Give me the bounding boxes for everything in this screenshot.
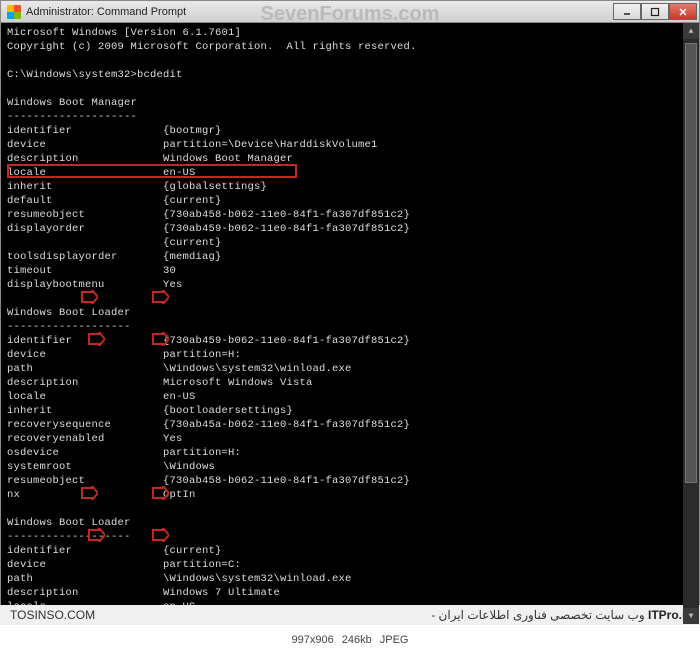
image-dimensions: 997x906 <box>292 634 334 646</box>
mgr-displaybootmenu: displaybootmenu Yes <box>7 279 183 291</box>
section-boot-manager-title: Windows Boot Manager <box>7 97 137 109</box>
scrollbar-thumb[interactable] <box>685 43 697 483</box>
l1-recoverysequence: recoverysequence {730ab45a-b062-11e0-84f… <box>7 419 410 431</box>
l1-description: description Microsoft Windows Vista <box>7 377 313 389</box>
image-file-info: 997x906 246kb JPEG <box>0 630 700 650</box>
mgr-resumeobject: resumeobject {730ab458-b062-11e0-84f1-fa… <box>7 209 410 221</box>
l1-resumeobject: resumeobject {730ab458-b062-11e0-84f1-fa… <box>7 475 410 487</box>
l2-path: path \Windows\system32\winload.exe <box>7 573 352 585</box>
section-underline: ------------------- <box>7 321 131 333</box>
minimize-button[interactable] <box>613 3 641 20</box>
mgr-device: device partition=\Device\HarddiskVolume1 <box>7 139 378 151</box>
mgr-description: description Windows Boot Manager <box>7 153 293 165</box>
l1-inherit: inherit {bootloadersettings} <box>7 405 293 417</box>
section-boot-loader2-title: Windows Boot Loader <box>7 517 131 529</box>
mgr-identifier: identifier {bootmgr} <box>7 125 222 137</box>
tosinso-watermark: TOSINSO.COM <box>10 608 95 622</box>
mgr-locale: locale en-US <box>7 167 196 179</box>
mgr-displayorder: displayorder {730ab459-b062-11e0-84f1-fa… <box>7 223 410 235</box>
console-output[interactable]: Microsoft Windows [Version 6.1.7601] Cop… <box>1 23 699 624</box>
footer-branding-bar: TOSINSO.COM - وب سایت تخصصی فناوری اطلاع… <box>0 605 700 625</box>
maximize-button[interactable] <box>641 3 669 20</box>
l2-description: description Windows 7 Ultimate <box>7 587 280 599</box>
site-tagline: - وب سایت تخصصی فناوری اطلاعات ایران <box>431 608 644 622</box>
l1-path: path \Windows\system32\winload.exe <box>7 363 352 375</box>
l2-identifier: identifier {current} <box>7 545 222 557</box>
l1-device: device partition=H: <box>7 349 241 361</box>
section-boot-loader1-title: Windows Boot Loader <box>7 307 131 319</box>
window-title: Administrator: Command Prompt <box>26 6 186 18</box>
l1-osdevice: osdevice partition=H: <box>7 447 241 459</box>
mgr-toolsdisplayorder: toolsdisplayorder {memdiag} <box>7 251 222 263</box>
l1-nx: nx OptIn <box>7 489 196 501</box>
l1-locale: locale en-US <box>7 391 196 403</box>
image-size: 246kb <box>342 634 372 646</box>
copyright-line: Copyright (c) 2009 Microsoft Corporation… <box>7 41 417 53</box>
section-underline: -------------------- <box>7 111 137 123</box>
l1-identifier: identifier {730ab459-b062-11e0-84f1-fa30… <box>7 335 410 347</box>
section-underline: ------------------- <box>7 531 131 543</box>
l1-recoveryenabled: recoveryenabled Yes <box>7 433 183 445</box>
scroll-up-icon[interactable]: ▲ <box>683 23 699 39</box>
window-titlebar[interactable]: Administrator: Command Prompt <box>1 1 699 23</box>
mgr-displayorder2: {current} <box>7 237 222 249</box>
mgr-inherit: inherit {globalsettings} <box>7 181 267 193</box>
close-button[interactable] <box>669 3 697 20</box>
scroll-down-icon[interactable]: ▼ <box>683 608 699 624</box>
version-line: Microsoft Windows [Version 6.1.7601] <box>7 27 241 39</box>
prompt-bcdedit: C:\Windows\system32>bcdedit <box>7 69 183 81</box>
l2-device: device partition=C: <box>7 559 241 571</box>
scrollbar[interactable]: ▲ ▼ <box>683 23 699 624</box>
image-type: JPEG <box>380 634 409 646</box>
cmd-icon <box>7 5 21 19</box>
l1-systemroot: systemroot \Windows <box>7 461 215 473</box>
command-prompt-window: Administrator: Command Prompt SevenForum… <box>0 0 700 625</box>
mgr-timeout: timeout 30 <box>7 265 176 277</box>
mgr-default: default {current} <box>7 195 222 207</box>
